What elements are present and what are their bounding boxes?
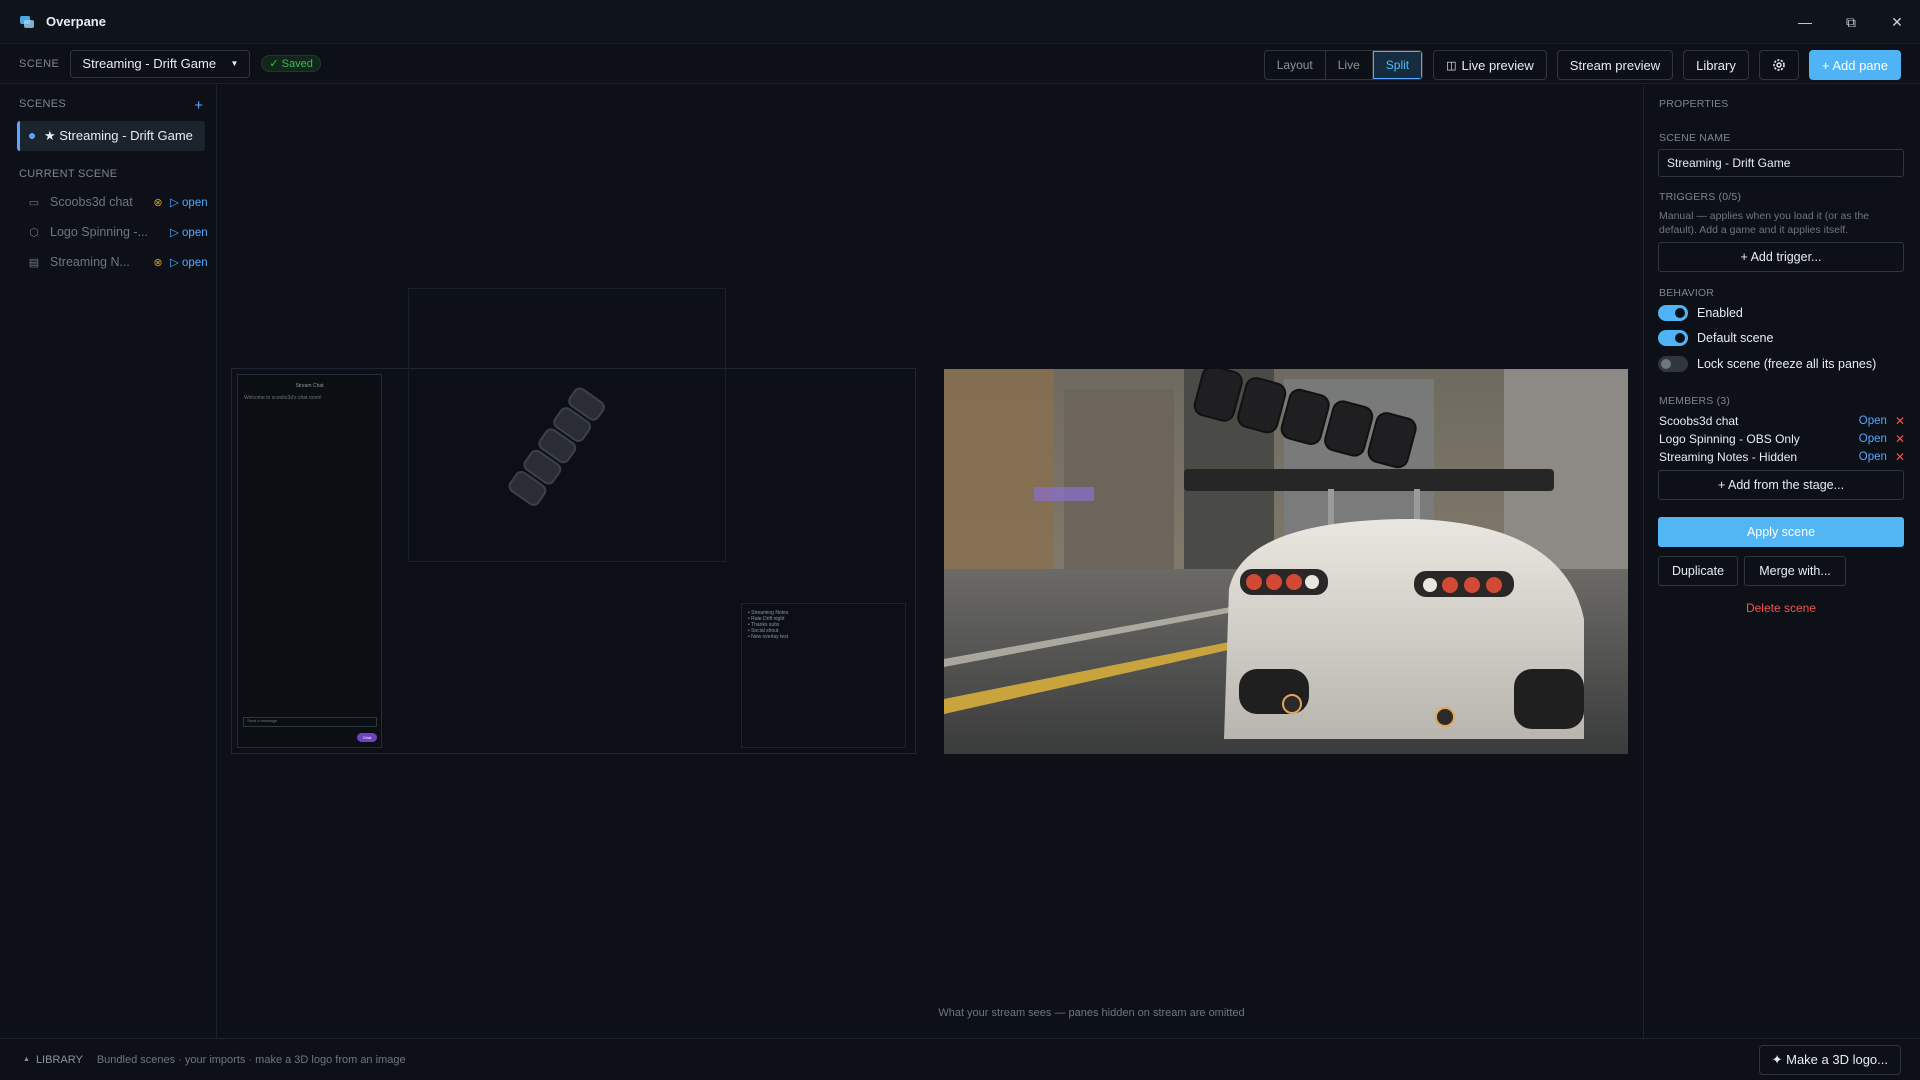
add-scene-icon[interactable]: + bbox=[194, 97, 203, 114]
default-scene-toggle-row[interactable]: Default scene bbox=[1658, 330, 1773, 346]
library-description: Bundled scenes · your imports · make a 3… bbox=[96, 1053, 406, 1066]
chat-icon: ▭ bbox=[28, 196, 40, 209]
saved-badge: ✓ Saved bbox=[261, 55, 321, 72]
window-controls: — ⧉ ✕ bbox=[1782, 0, 1920, 44]
open-link[interactable]: ▷ open bbox=[170, 225, 208, 239]
member-name: Scoobs3d chat bbox=[50, 195, 133, 209]
stage-caption: What your stream sees — panes hidden on … bbox=[938, 1007, 1245, 1019]
enabled-toggle-row[interactable]: Enabled bbox=[1658, 305, 1743, 321]
open-link[interactable]: ▷ open bbox=[170, 255, 208, 269]
scene-name-heading: SCENE NAME bbox=[1659, 132, 1731, 144]
active-dot-icon bbox=[29, 133, 35, 139]
merge-with-button[interactable]: Merge with... bbox=[1744, 556, 1846, 586]
remove-icon[interactable]: ✕ bbox=[1895, 414, 1905, 428]
toolbar: SCENE Streaming - Drift Game ▼ ✓ Saved L… bbox=[0, 44, 1920, 84]
gear-icon bbox=[1773, 59, 1785, 71]
default-scene-toggle[interactable] bbox=[1658, 330, 1688, 346]
member-item-chat[interactable]: ▭ Scoobs3d chat ⊗ ▷ open bbox=[27, 192, 208, 212]
scene-label: SCENE bbox=[19, 57, 60, 70]
member-name: Streaming N... bbox=[50, 255, 130, 269]
add-trigger-button[interactable]: + Add trigger... bbox=[1658, 242, 1904, 272]
library-toggle[interactable]: ▲ LIBRARY bbox=[23, 1054, 83, 1066]
properties-panel: PROPERTIES SCENE NAME Streaming - Drift … bbox=[1643, 85, 1920, 1038]
lock-scene-toggle-row[interactable]: Lock scene (freeze all its panes) bbox=[1658, 356, 1876, 372]
add-from-stage-button[interactable]: + Add from the stage... bbox=[1658, 470, 1904, 500]
triggers-help-text: Manual — applies when you load it (or as… bbox=[1659, 210, 1870, 236]
triggers-heading: TRIGGERS (0/5) bbox=[1659, 191, 1742, 203]
warning-icon: ⊗ bbox=[153, 256, 163, 269]
delete-scene-link[interactable]: Delete scene bbox=[1658, 601, 1904, 615]
library-label: LIBRARY bbox=[35, 1053, 83, 1066]
mode-live-button[interactable]: Live bbox=[1326, 51, 1373, 79]
members-heading: MEMBERS (3) bbox=[1659, 395, 1731, 407]
behavior-heading: BEHAVIOR bbox=[1659, 287, 1715, 299]
mode-layout-button[interactable]: Layout bbox=[1265, 51, 1326, 79]
warning-icon: ⊗ bbox=[153, 196, 163, 209]
live-preview-label: Live preview bbox=[1461, 57, 1534, 73]
chevron-down-icon: ▼ bbox=[230, 59, 239, 68]
add-pane-button[interactable]: + Add pane bbox=[1808, 50, 1901, 80]
notes-pane[interactable]: • Streaming Notes • Rate Drift night • T… bbox=[741, 603, 906, 748]
app-title: Overpane bbox=[46, 14, 106, 29]
member-row: Logo Spinning - OBS Only Open ✕ bbox=[1659, 431, 1905, 447]
library-bar: ▲ LIBRARY Bundled scenes · your imports … bbox=[0, 1038, 1920, 1080]
scenes-heading: SCENES bbox=[19, 98, 67, 110]
member-row: Streaming Notes - Hidden Open ✕ bbox=[1659, 449, 1905, 465]
remove-icon[interactable]: ✕ bbox=[1895, 432, 1905, 446]
member-name: Logo Spinning - OBS Only bbox=[1659, 432, 1800, 446]
chat-send-button[interactable]: Chat bbox=[357, 733, 377, 742]
scene-list-item[interactable]: ★ Streaming - Drift Game bbox=[17, 121, 205, 151]
settings-button[interactable] bbox=[1758, 50, 1799, 80]
member-name: Logo Spinning -... bbox=[50, 225, 148, 239]
chat-welcome-text: Welcome to scoobs3d's chat room! bbox=[244, 395, 322, 401]
window-icon: ◫ bbox=[1446, 59, 1457, 72]
close-icon[interactable]: ✕ bbox=[1874, 0, 1920, 44]
minimize-icon[interactable]: — bbox=[1782, 0, 1828, 44]
scene-select-value: Streaming - Drift Game bbox=[82, 56, 217, 71]
notes-line: • New overlay test bbox=[748, 634, 789, 640]
member-row: Scoobs3d chat Open ✕ bbox=[1659, 413, 1905, 429]
chevron-up-icon: ▲ bbox=[23, 1056, 30, 1063]
remove-icon[interactable]: ✕ bbox=[1895, 450, 1905, 464]
title-bar: Overpane — ⧉ ✕ bbox=[0, 0, 1920, 44]
scene-select[interactable]: Streaming - Drift Game ▼ bbox=[70, 49, 251, 78]
spinning-3d-logo bbox=[508, 387, 605, 506]
scene-name-input[interactable]: Streaming - Drift Game bbox=[1658, 149, 1904, 177]
enabled-label: Enabled bbox=[1697, 306, 1743, 320]
current-scene-heading: CURRENT SCENE bbox=[19, 168, 118, 180]
note-icon: ▤ bbox=[28, 256, 40, 269]
member-name: Scoobs3d chat bbox=[1659, 414, 1739, 428]
member-open-link[interactable]: Open bbox=[1859, 433, 1887, 445]
lock-scene-label: Lock scene (freeze all its panes) bbox=[1697, 357, 1877, 371]
chat-pane[interactable]: Stream Chat Welcome to scoobs3d's chat r… bbox=[237, 374, 382, 748]
member-item-notes[interactable]: ▤ Streaming N... ⊗ ▷ open bbox=[27, 252, 208, 272]
open-link[interactable]: ▷ open bbox=[170, 195, 208, 209]
member-item-logo[interactable]: ⬡ Logo Spinning -... ▷ open bbox=[27, 222, 208, 242]
app-logo-icon bbox=[20, 15, 34, 28]
library-button[interactable]: Library bbox=[1683, 50, 1749, 80]
chat-pane-title: Stream Chat bbox=[295, 383, 324, 389]
make-3d-logo-button[interactable]: ✦ Make a 3D logo... bbox=[1758, 1045, 1901, 1075]
apply-scene-button[interactable]: Apply scene bbox=[1658, 517, 1904, 547]
stage-canvas: Stream Chat Welcome to scoobs3d's chat r… bbox=[218, 85, 1643, 1038]
live-preview-button[interactable]: ◫ Live preview bbox=[1433, 50, 1547, 80]
scene-list-item-label: ★ Streaming - Drift Game bbox=[44, 128, 193, 143]
toolbar-actions: Layout Live Split ◫ Live preview Stream … bbox=[1263, 50, 1901, 80]
member-name: Streaming Notes - Hidden bbox=[1659, 450, 1798, 464]
member-open-link[interactable]: Open bbox=[1859, 415, 1887, 427]
scenes-sidebar: SCENES + ★ Streaming - Drift Game CURREN… bbox=[0, 85, 217, 1038]
properties-heading: PROPERTIES bbox=[1659, 98, 1729, 110]
view-mode-switch: Layout Live Split bbox=[1263, 50, 1424, 80]
enabled-toggle[interactable] bbox=[1658, 305, 1688, 321]
default-scene-label: Default scene bbox=[1697, 331, 1774, 345]
lock-scene-toggle[interactable] bbox=[1658, 356, 1688, 372]
cube-icon: ⬡ bbox=[29, 226, 39, 239]
mode-split-button[interactable]: Split bbox=[1372, 51, 1423, 79]
chat-input[interactable]: Send a message bbox=[243, 717, 377, 727]
stream-preview-button[interactable]: Stream preview bbox=[1556, 50, 1674, 80]
member-open-link[interactable]: Open bbox=[1859, 451, 1887, 463]
duplicate-button[interactable]: Duplicate bbox=[1658, 556, 1738, 586]
restore-icon[interactable]: ⧉ bbox=[1828, 0, 1874, 44]
stream-preview-image bbox=[944, 369, 1628, 754]
